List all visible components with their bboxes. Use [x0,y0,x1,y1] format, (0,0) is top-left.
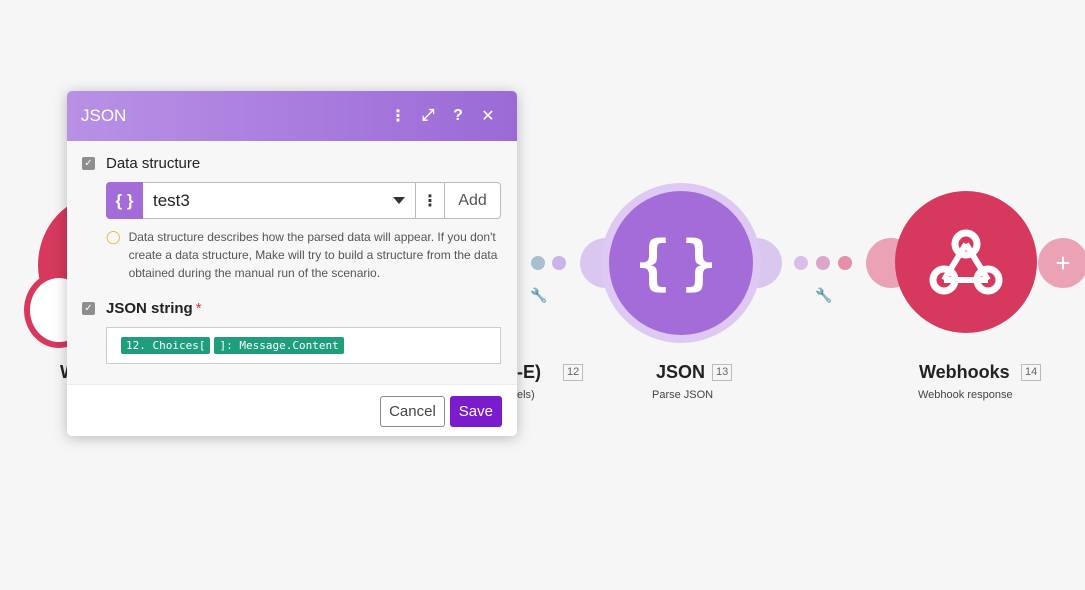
dialog-header[interactable]: JSON ⋮ ⤢ ? ✕ [67,91,517,141]
mapped-token[interactable]: ]: Message.Content [214,337,344,354]
data-structure-picker: { } test3 ⋮ Add [106,182,501,219]
connector-dot [838,256,852,270]
data-structure-select[interactable]: test3 [143,182,416,219]
expand-icon[interactable]: ⤢ [413,107,443,125]
connector-dot [816,256,830,270]
cancel-button[interactable]: Cancel [380,395,445,427]
json-node[interactable]: {} [609,191,753,335]
collapse-checkbox[interactable]: ✓ [82,157,95,170]
node-title-webhooks: Webhooks [919,362,1010,382]
dialog-title: JSON [81,106,127,125]
lightbulb-icon: ◯ [106,229,121,244]
node-id-badge: 12 [563,364,584,381]
data-structure-hint: ◯ Data structure describes how the parse… [106,228,501,282]
json-braces-icon: { } [106,182,143,219]
json-string-label: JSON string [106,300,193,317]
connector-dot [794,256,808,270]
hint-text: Data structure describes how the parsed … [128,230,498,280]
add-data-structure-button[interactable]: Add [445,182,501,219]
json-module-dialog: JSON ⋮ ⤢ ? ✕ ✓ Data structure { } test3 … [67,91,517,436]
chevron-down-icon [393,197,405,204]
webhook-node[interactable] [895,191,1037,333]
json-string-section: ✓ JSON string * [82,300,502,317]
node-subtitle-openai: els) [517,389,535,401]
more-vertical-icon[interactable]: ⋮ [383,106,413,126]
dialog-footer: Cancel Save [67,384,517,436]
help-icon[interactable]: ? [443,107,473,125]
close-icon[interactable]: ✕ [473,106,503,126]
webhook-icon [929,229,1003,295]
save-button[interactable]: Save [449,395,502,427]
json-string-input[interactable]: 12. Choices[ ]: Message.Content [106,327,501,364]
dialog-body: ✓ Data structure { } test3 ⋮ Add ◯ Data … [67,141,517,384]
data-structure-section: ✓ Data structure [82,155,502,172]
mapped-token[interactable]: 12. Choices[ [121,337,211,354]
more-vertical-icon[interactable]: ⋮ [416,182,445,219]
connector-dot [552,256,566,270]
node-title-openai: -E) [517,362,541,382]
json-braces-icon: {} [634,228,728,298]
wrench-icon[interactable]: 🔧 [815,287,832,304]
node-subtitle-webhooks: Webhook response [918,389,1013,401]
node-id-badge: 13 [712,364,733,381]
data-structure-value: test3 [153,190,190,210]
wrench-icon[interactable]: 🔧 [530,287,547,304]
required-marker: * [195,300,202,317]
connector-dot [531,256,545,270]
data-structure-label: Data structure [106,155,201,172]
node-title-json: JSON [656,362,706,382]
node-id-badge: 14 [1021,364,1042,381]
webhook-add-handle[interactable]: + [1038,238,1085,288]
node-subtitle-json: Parse JSON [652,389,714,401]
plus-icon: + [1055,247,1071,278]
collapse-checkbox[interactable]: ✓ [82,302,95,315]
